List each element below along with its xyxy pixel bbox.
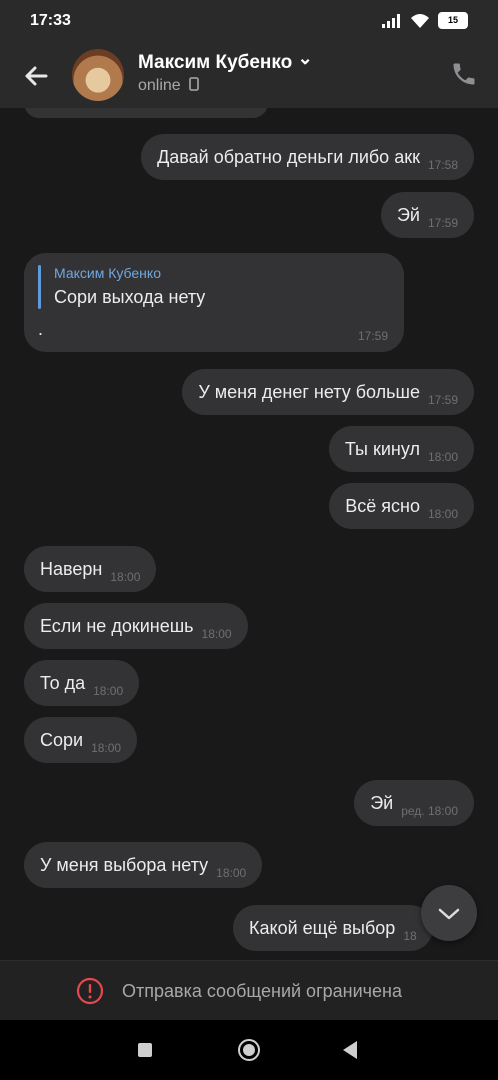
message-text: Давай обратно деньги либо акк (157, 147, 420, 167)
message-bubble-incoming-reply[interactable]: Максим Кубенко Сори выхода нету . 17:59 (24, 253, 404, 352)
message-text: . (38, 319, 44, 339)
message-time: 18 (403, 929, 417, 943)
message-bubble-outgoing[interactable]: Эй ред. 18:00 (354, 780, 474, 826)
back-button[interactable] (343, 1041, 357, 1059)
reply-quoted-text: Сори выхода нету (54, 287, 206, 307)
message-text: Какой ещё выбор (249, 918, 396, 938)
message-bubble-outgoing[interactable]: Какой ещё выбор 18 (233, 905, 433, 951)
chat-header: Максим Кубенко ⌄ online (0, 44, 498, 108)
reply-author: Максим Кубенко (54, 265, 161, 281)
message-text: Наверн (40, 559, 103, 579)
status-bar: 17:33 15 (0, 0, 498, 44)
message-time: 18:00 (110, 570, 141, 584)
chevron-down-icon (438, 908, 460, 920)
contact-name-text: Максим Кубенко (138, 52, 293, 73)
message-bubble-outgoing[interactable]: У меня денег нету больше 17:59 (182, 369, 474, 415)
reply-quote-bar (38, 265, 41, 309)
message-time: 18:00 (91, 741, 122, 755)
message-text: Ты кинул (344, 439, 420, 459)
message-text: Эй (370, 793, 394, 813)
back-arrow-icon[interactable] (20, 60, 52, 92)
status-time: 17:33 (30, 12, 71, 29)
message-list[interactable]: Давай обратно деньги либо акк 17:58 Эй 17:… (0, 108, 498, 960)
recents-button[interactable] (138, 1043, 152, 1057)
status-icons: 15 (382, 12, 468, 29)
message-bubble-outgoing[interactable]: Давай обратно деньги либо акк 17:58 (141, 134, 474, 180)
system-nav-bar (0, 1020, 498, 1080)
home-button[interactable] (238, 1039, 260, 1061)
battery-icon: 15 (438, 12, 468, 29)
message-time: 17:59 (427, 393, 458, 407)
message-time: 18:00 (216, 866, 247, 880)
message-bubble-outgoing[interactable]: Эй 17:59 (380, 192, 474, 238)
message-bubble-incoming[interactable]: Сори 18:00 (24, 717, 138, 763)
message-bubble-incoming[interactable]: Наверн 18:00 (24, 546, 157, 592)
message-text: Всё ясно (345, 496, 420, 516)
message-text: У меня денег нету больше (198, 382, 420, 402)
message-bubble-incoming[interactable]: То да 18:00 (24, 660, 140, 706)
avatar[interactable] (72, 49, 124, 101)
messaging-restricted-bar: Отправка сообщений ограничена (0, 960, 498, 1021)
restriction-text: Отправка сообщений ограничена (122, 981, 402, 1001)
signal-icon (382, 13, 400, 28)
contact-name[interactable]: Максим Кубенко ⌄ (138, 48, 313, 74)
message-text: Эй (396, 205, 420, 225)
message-time: 18:00 (201, 627, 232, 641)
message-time: 17:58 (427, 158, 458, 172)
message-time: 17:59 (427, 216, 458, 230)
chevron-down-icon: ⌄ (297, 48, 313, 68)
message-bubble-outgoing[interactable]: Всё ясно 18:00 (329, 483, 474, 529)
message-time: ред. 18:00 (401, 804, 458, 818)
contact-status: online (138, 76, 199, 95)
message-bubble-outgoing[interactable]: Ты кинул 18:00 (328, 426, 474, 472)
message-text: Если не докинешь (40, 616, 194, 636)
message-time: 18:00 (93, 684, 124, 698)
message-text: Сори (40, 730, 84, 750)
message-time: 17:59 (357, 329, 388, 343)
message-time: 18:00 (427, 507, 458, 521)
message-bubble-incoming[interactable]: У меня выбора нету 18:00 (24, 842, 263, 888)
contact-status-text: online (138, 77, 181, 94)
message-bubble-incoming[interactable]: Если не докинешь 18:00 (24, 603, 248, 649)
mobile-device-icon (189, 77, 199, 91)
scroll-to-bottom-button[interactable] (421, 885, 477, 941)
wifi-icon (411, 13, 429, 28)
message-bubble-partial (24, 108, 268, 118)
phone-icon[interactable] (450, 60, 478, 88)
message-text: У меня выбора нету (40, 855, 209, 875)
message-time: 18:00 (427, 450, 458, 464)
warning-icon (76, 977, 104, 1005)
message-text: То да (40, 673, 86, 693)
